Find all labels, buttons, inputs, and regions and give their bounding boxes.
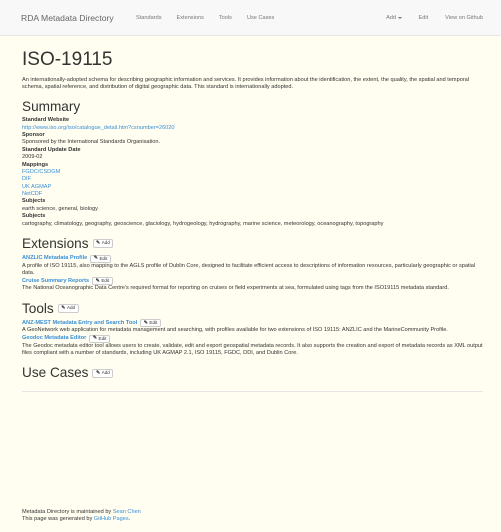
nav-view-github[interactable]: View on Github	[445, 15, 483, 22]
footer-divider	[22, 391, 483, 392]
footer-maintainer-text: Metadata Directory is maintained by	[22, 509, 113, 515]
extensions-list: ANZLIC Metadata Profile ✎ Edit A profile …	[22, 254, 483, 293]
add-tool-button[interactable]: ✎ Add	[57, 303, 79, 313]
website-link[interactable]: http://www.iso.org/iso/catalogue_detail.…	[22, 125, 483, 132]
nav-right: Add Edit View on Github	[369, 15, 483, 22]
caret-down-icon	[397, 16, 402, 19]
edit-extension-button[interactable]: ✎ Edit	[92, 277, 113, 286]
mappings-label: Mappings	[22, 161, 49, 168]
edit-tool-button[interactable]: ✎ Edit	[89, 334, 110, 343]
mapping-link[interactable]: NetCDF	[22, 191, 483, 198]
tool-description: The Geodoc metadata editor tool allows u…	[22, 342, 483, 357]
edit-icon: ✎	[61, 304, 66, 311]
page-description: An internationally-adopted schema for de…	[22, 77, 470, 91]
page-title: ISO-19115	[22, 49, 113, 70]
edit-icon: ✎	[92, 335, 98, 342]
main-content: ISO-19115 An internationally-adopted sch…	[22, 50, 483, 392]
nav-edit[interactable]: Edit	[419, 15, 429, 22]
footer: Metadata Directory is maintained by Sean…	[22, 509, 141, 524]
edit-label: Edit	[98, 335, 107, 341]
summary-section: Standard Website http://www.iso.org/iso/…	[22, 117, 483, 228]
tool-description: A GeoNetwork web application for metadat…	[22, 327, 448, 334]
use-cases-heading: Use Cases ✎ Add	[22, 366, 483, 380]
brand-link[interactable]: RDA Metadata Directory	[21, 13, 114, 24]
footer-generated: This page was generated by GitHub Pages.	[22, 516, 141, 523]
tools-heading: Tools ✎ Add	[22, 302, 483, 316]
add-tool-label: Add	[66, 305, 76, 311]
extension-item-title: ANZLIC Metadata Profile ✎ Edit	[22, 254, 483, 263]
tool-item-title: Geodoc Metadata Editor ✎ Edit	[22, 334, 483, 343]
footer-maintainer: Metadata Directory is maintained by Sean…	[22, 509, 141, 516]
subjects-value: earth science, general, biology	[22, 205, 98, 212]
nav-add-label: Add	[386, 15, 397, 21]
edit-icon: ✎	[96, 240, 101, 247]
add-extension-button[interactable]: ✎ Add	[92, 239, 114, 249]
nav-add-dropdown[interactable]: Add	[386, 15, 402, 22]
tools-heading-text: Tools	[22, 300, 54, 316]
nav-tools[interactable]: Tools	[219, 15, 232, 22]
mapping-link[interactable]: DIF	[22, 176, 483, 183]
tool-link[interactable]: ANZ-MEST Metadata Entry and Search Tool	[22, 320, 137, 327]
subjects-label: Subjects	[22, 198, 46, 205]
edit-icon: ✎	[95, 278, 100, 285]
edit-icon: ✎	[95, 369, 101, 376]
update-label: Standard Update Date	[22, 146, 81, 153]
edit-label: Edit	[101, 278, 110, 284]
edit-extension-button[interactable]: ✎ Edit	[90, 254, 111, 263]
summary-heading: Summary	[22, 98, 81, 114]
website-label: Standard Website	[22, 117, 70, 124]
edit-icon: ✎	[93, 255, 98, 262]
use-cases-heading-text: Use Cases	[22, 365, 89, 381]
add-use-case-button[interactable]: ✎ Add	[92, 368, 114, 378]
nav-use-cases[interactable]: Use Cases	[247, 15, 274, 22]
edit-label: Edit	[149, 320, 158, 326]
footer-generated-text: This page was generated by	[22, 516, 94, 523]
tools-list: ANZ-MEST Metadata Entry and Search Tool …	[22, 319, 483, 357]
subjects-label: Subjects	[22, 213, 46, 220]
tool-item-title: ANZ-MEST Metadata Entry and Search Tool …	[22, 319, 483, 328]
extension-description: A profile of ISO 19115, also mapping to …	[22, 262, 476, 276]
mapping-link[interactable]: FGDC/CSDGM	[22, 169, 483, 176]
sponsor-label: Sponsor	[22, 132, 45, 139]
maintainer-link[interactable]: Sean Chen	[113, 509, 141, 515]
subjects-value: cartography, climatology, geography, geo…	[22, 220, 384, 227]
nav-extensions[interactable]: Extensions	[177, 15, 204, 22]
sponsor-value: Sponsored by the International Standards…	[22, 139, 161, 146]
nav-left: Standards Extensions Tools Use Cases	[136, 15, 289, 22]
navbar: RDA Metadata Directory Standards Extensi…	[0, 0, 501, 36]
edit-icon: ✎	[143, 319, 148, 326]
extensions-heading-text: Extensions	[22, 235, 89, 251]
extensions-heading: Extensions ✎ Add	[22, 237, 483, 251]
github-pages-link[interactable]: GitHub Pages	[94, 516, 129, 522]
extension-link[interactable]: ANZLIC Metadata Profile	[22, 255, 87, 262]
add-use-case-label: Add	[101, 369, 110, 375]
add-extension-label: Add	[101, 240, 110, 246]
edit-label: Edit	[99, 255, 108, 261]
page: { "navbar": { "brand": "RDA Metadata Dir…	[0, 0, 501, 532]
extension-link[interactable]: Cruise Summary Reports	[22, 278, 89, 285]
extension-item-title: Cruise Summary Reports ✎ Edit	[22, 277, 483, 286]
footer-period: .	[128, 516, 131, 523]
tool-link[interactable]: Geodoc Metadata Editor	[22, 335, 86, 342]
mapping-link[interactable]: UK AGMAP	[22, 184, 483, 191]
nav-standards[interactable]: Standards	[136, 15, 162, 22]
edit-tool-button[interactable]: ✎ Edit	[140, 319, 161, 328]
extension-description: The National Oceanographic Data Centre's…	[22, 285, 449, 292]
update-value: 2009-02	[22, 154, 43, 161]
